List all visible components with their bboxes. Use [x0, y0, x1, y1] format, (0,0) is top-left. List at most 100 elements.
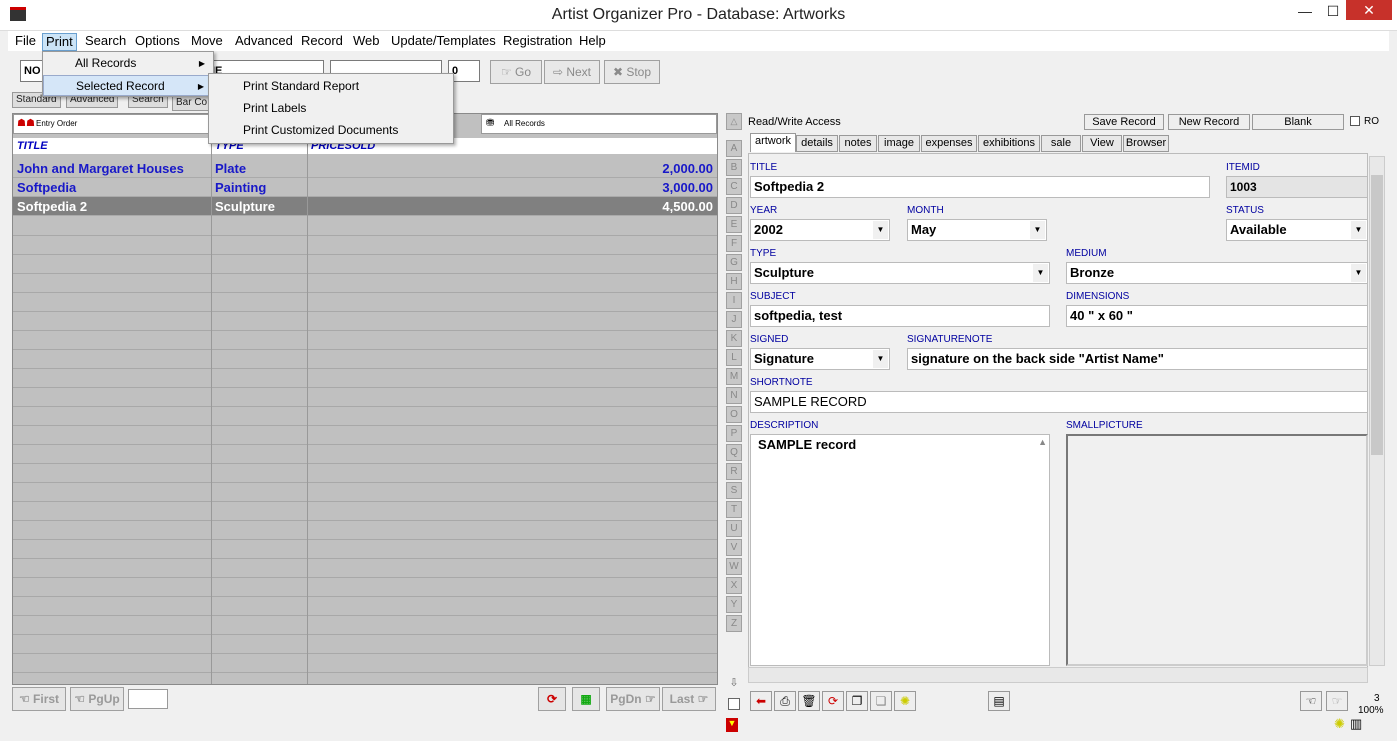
- menu-record[interactable]: Record: [298, 33, 346, 51]
- chevron-down-icon[interactable]: ▼: [1351, 264, 1366, 282]
- alpha-x[interactable]: X: [726, 577, 742, 594]
- scroll-down-icon[interactable]: ⇩: [726, 676, 742, 693]
- signaturenote-field[interactable]: signature on the back side "Artist Name": [907, 348, 1368, 370]
- menu-print-customized-documents[interactable]: Print Customized Documents: [209, 119, 453, 141]
- alpha-b[interactable]: B: [726, 159, 742, 176]
- alpha-j[interactable]: J: [726, 311, 742, 328]
- pgdn-button[interactable]: PgDn ☞: [606, 687, 660, 711]
- trash-icon[interactable]: 🗑: [798, 691, 820, 711]
- refresh-icon[interactable]: ⟳: [822, 691, 844, 711]
- save-record-button[interactable]: Save Record: [1084, 114, 1164, 130]
- alpha-r[interactable]: R: [726, 463, 742, 480]
- hand-right-icon[interactable]: ☞: [1326, 691, 1348, 711]
- chevron-up-icon[interactable]: ▲: [1038, 437, 1047, 447]
- alpha-w[interactable]: W: [726, 558, 742, 575]
- blank-button[interactable]: Blank: [1252, 114, 1344, 130]
- stop-button[interactable]: ✖ Stop: [604, 60, 660, 84]
- alpha-y[interactable]: Y: [726, 596, 742, 613]
- hand-left-icon[interactable]: ☜: [1300, 691, 1322, 711]
- save-copy-icon[interactable]: ▤: [988, 691, 1010, 711]
- scroll-thumb[interactable]: [1371, 175, 1383, 455]
- alpha-e[interactable]: E: [726, 216, 742, 233]
- menu-search[interactable]: Search: [82, 33, 129, 51]
- menu-update-templates[interactable]: Update/Templates: [388, 33, 499, 51]
- alpha-p[interactable]: P: [726, 425, 742, 442]
- first-button[interactable]: ☜ First: [12, 687, 66, 711]
- back-arrow-icon[interactable]: ⬅: [750, 691, 772, 711]
- tab-artwork[interactable]: artwork: [750, 133, 796, 152]
- alpha-l[interactable]: L: [726, 349, 742, 366]
- shortnote-field[interactable]: SAMPLE RECORD: [750, 391, 1368, 413]
- tab-expenses[interactable]: expenses: [921, 135, 977, 152]
- type-select[interactable]: Sculpture ▼: [750, 262, 1050, 284]
- subject-field[interactable]: softpedia, test: [750, 305, 1050, 327]
- ro-checkbox[interactable]: [1350, 116, 1360, 126]
- menu-registration[interactable]: Registration: [500, 33, 575, 51]
- table-row-selected[interactable]: Softpedia 2 Sculpture 4,500.00: [13, 197, 717, 216]
- chevron-down-icon[interactable]: ▼: [873, 350, 888, 368]
- scroll-up-icon[interactable]: △: [726, 113, 742, 130]
- chevron-down-icon[interactable]: ▼: [1351, 221, 1366, 239]
- table-row[interactable]: John and Margaret Houses Plate 2,000.00: [13, 159, 717, 178]
- menu-print-labels[interactable]: Print Labels: [209, 97, 453, 119]
- table-row[interactable]: Softpedia Painting 3,000.00: [13, 178, 717, 197]
- last-button[interactable]: Last ☞: [662, 687, 716, 711]
- alpha-z[interactable]: Z: [726, 615, 742, 632]
- next-button[interactable]: ⇨ Next: [544, 60, 600, 84]
- alpha-o[interactable]: O: [726, 406, 742, 423]
- alpha-u[interactable]: U: [726, 520, 742, 537]
- go-button[interactable]: ☞ Go: [490, 60, 542, 84]
- alpha-k[interactable]: K: [726, 330, 742, 347]
- title-field[interactable]: Softpedia 2: [750, 176, 1210, 198]
- menu-print-standard-report[interactable]: Print Standard Report: [209, 75, 453, 97]
- lightbulb-icon[interactable]: ✺: [894, 691, 916, 711]
- menu-options[interactable]: Options: [132, 33, 183, 51]
- chevron-down-icon[interactable]: ▼: [1030, 221, 1045, 239]
- record-number-input[interactable]: [128, 689, 168, 709]
- menu-print[interactable]: Print: [42, 33, 77, 51]
- copy-icon[interactable]: ❐: [846, 691, 868, 711]
- alpha-i[interactable]: I: [726, 292, 742, 309]
- close-button[interactable]: ✕: [1346, 0, 1392, 20]
- maximize-button[interactable]: ☐: [1320, 0, 1346, 24]
- chevron-down-icon[interactable]: ▼: [873, 221, 888, 239]
- alpha-g[interactable]: G: [726, 254, 742, 271]
- alpha-v[interactable]: V: [726, 539, 742, 556]
- minimize-button[interactable]: —: [1290, 0, 1320, 24]
- alpha-t[interactable]: T: [726, 501, 742, 518]
- pgup-button[interactable]: ☜ PgUp: [70, 687, 124, 711]
- tab-image[interactable]: image: [878, 135, 920, 152]
- alpha-n[interactable]: N: [726, 387, 742, 404]
- small-picture-box[interactable]: [1066, 434, 1368, 666]
- horizontal-scrollbar[interactable]: [748, 667, 1368, 683]
- menu-advanced[interactable]: Advanced: [232, 33, 296, 51]
- col-title-header[interactable]: TITLE: [17, 140, 48, 152]
- menu-move[interactable]: Move: [188, 33, 226, 51]
- tab-sale[interactable]: sale: [1041, 135, 1081, 152]
- print-icon[interactable]: ⎙: [774, 691, 796, 711]
- menu-all-records[interactable]: All Records ▶: [43, 53, 213, 74]
- alpha-checkbox[interactable]: [728, 698, 740, 710]
- chevron-down-icon[interactable]: ▼: [1033, 264, 1048, 282]
- alpha-d[interactable]: D: [726, 197, 742, 214]
- alpha-s[interactable]: S: [726, 482, 742, 499]
- month-select[interactable]: May ▼: [907, 219, 1047, 241]
- menu-file[interactable]: File: [12, 33, 39, 51]
- menu-help[interactable]: Help: [576, 33, 609, 51]
- entry-order-button[interactable]: ☗☗ Entry Order: [13, 114, 209, 134]
- all-records-button[interactable]: ⛃ All Records: [481, 114, 717, 134]
- description-textarea[interactable]: SAMPLE record ▲: [750, 434, 1050, 666]
- tab-view[interactable]: View: [1082, 135, 1122, 152]
- medium-select[interactable]: Bronze ▼: [1066, 262, 1368, 284]
- alpha-m[interactable]: M: [726, 368, 742, 385]
- alpha-f[interactable]: F: [726, 235, 742, 252]
- tab-bar-code[interactable]: Bar Co: [172, 95, 212, 111]
- signed-select[interactable]: Signature ▼: [750, 348, 890, 370]
- tab-details[interactable]: details: [796, 135, 838, 152]
- menu-selected-record[interactable]: Selected Record ▶: [43, 75, 213, 96]
- tab-browser[interactable]: Browser: [1123, 135, 1169, 152]
- new-record-button[interactable]: New Record: [1168, 114, 1250, 130]
- status-select[interactable]: Available ▼: [1226, 219, 1368, 241]
- tab-exhibitions[interactable]: exhibitions: [978, 135, 1040, 152]
- alpha-c[interactable]: C: [726, 178, 742, 195]
